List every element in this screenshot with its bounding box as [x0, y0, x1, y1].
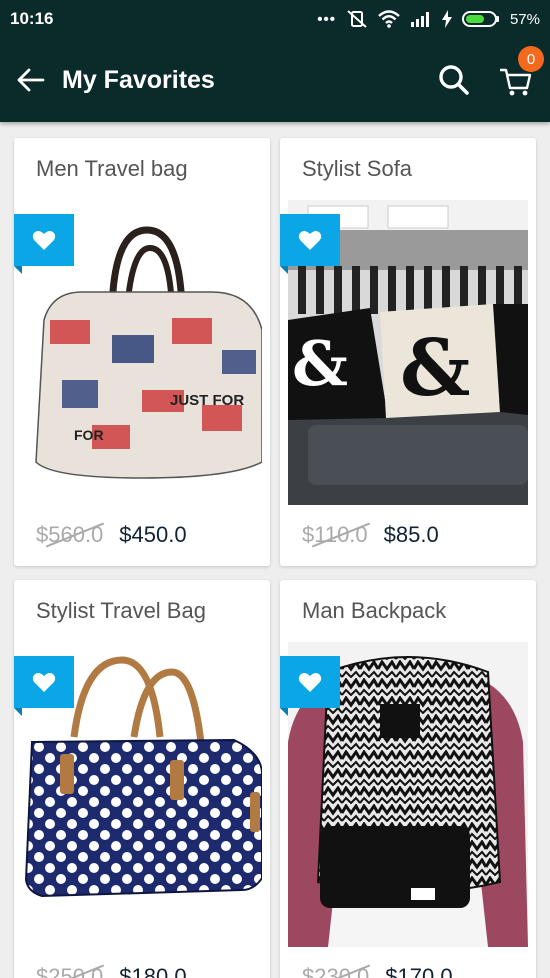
- sale-price: $180.0: [119, 964, 187, 978]
- price-row: $250.0 $180.0: [36, 964, 187, 978]
- original-price: $560.0: [36, 522, 104, 547]
- heart-icon: [32, 231, 56, 250]
- sale-price: $85.0: [383, 522, 439, 547]
- heart-icon: [298, 673, 322, 692]
- original-price: $230.0: [302, 964, 369, 978]
- favorite-heart-button[interactable]: [14, 656, 74, 716]
- heart-icon: [32, 673, 56, 692]
- back-arrow-icon[interactable]: [16, 65, 46, 95]
- price-row: $230.0 $170.0: [302, 964, 453, 978]
- favorites-grid: Men Travel bag JUST FOR FOR $560.0 $450.…: [0, 122, 550, 978]
- product-card[interactable]: Man Backpack $230.0 $170.0: [280, 580, 536, 978]
- product-card[interactable]: Men Travel bag JUST FOR FOR $560.0 $450.…: [14, 138, 270, 566]
- cart-count-badge: 0: [518, 46, 544, 72]
- sale-price: $450.0: [119, 522, 187, 547]
- battery-icon: [461, 11, 499, 27]
- status-bar: 10:16 ••• 57%: [0, 0, 550, 38]
- product-name: Stylist Sofa: [302, 156, 413, 181]
- price-row: $560.0 $450.0: [36, 522, 187, 548]
- product-card[interactable]: Stylist Travel Bag $250.0 $180.0: [14, 580, 270, 978]
- wifi-icon: [378, 10, 400, 28]
- svg-text:FOR: FOR: [74, 427, 104, 443]
- favorite-heart-button[interactable]: [280, 214, 340, 274]
- original-price: $250.0: [36, 964, 103, 978]
- notification-dots-icon: •••: [317, 10, 336, 28]
- svg-text:JUST FOR: JUST FOR: [170, 392, 244, 409]
- signal-icon: [410, 12, 429, 27]
- app-bar-actions: 0: [438, 46, 544, 98]
- status-icons: ••• 57%: [317, 9, 540, 29]
- price-row: $110.0 $85.0: [302, 522, 439, 548]
- svg-text:&: &: [292, 327, 348, 400]
- svg-text:&: &: [400, 323, 470, 414]
- vibrate-off-icon: [347, 10, 367, 28]
- favorite-heart-button[interactable]: [280, 656, 340, 716]
- sale-price: $170.0: [385, 964, 453, 978]
- product-name: Stylist Travel Bag: [36, 598, 206, 623]
- app-bar: My Favorites 0: [0, 38, 550, 122]
- product-name: Man Backpack: [302, 598, 447, 623]
- product-card[interactable]: Stylist Sofa & & $110.0 $85.0: [280, 138, 536, 566]
- cart-button[interactable]: 0: [498, 46, 544, 98]
- status-time: 10:16: [10, 9, 54, 28]
- heart-icon: [298, 231, 322, 250]
- battery-percent: 57%: [509, 10, 540, 28]
- original-price: $110.0: [302, 522, 368, 547]
- product-name: Men Travel bag: [36, 156, 188, 181]
- charging-icon: [441, 10, 452, 28]
- favorite-heart-button[interactable]: [14, 214, 74, 274]
- search-icon[interactable]: [438, 64, 470, 96]
- page-title: My Favorites: [62, 65, 215, 94]
